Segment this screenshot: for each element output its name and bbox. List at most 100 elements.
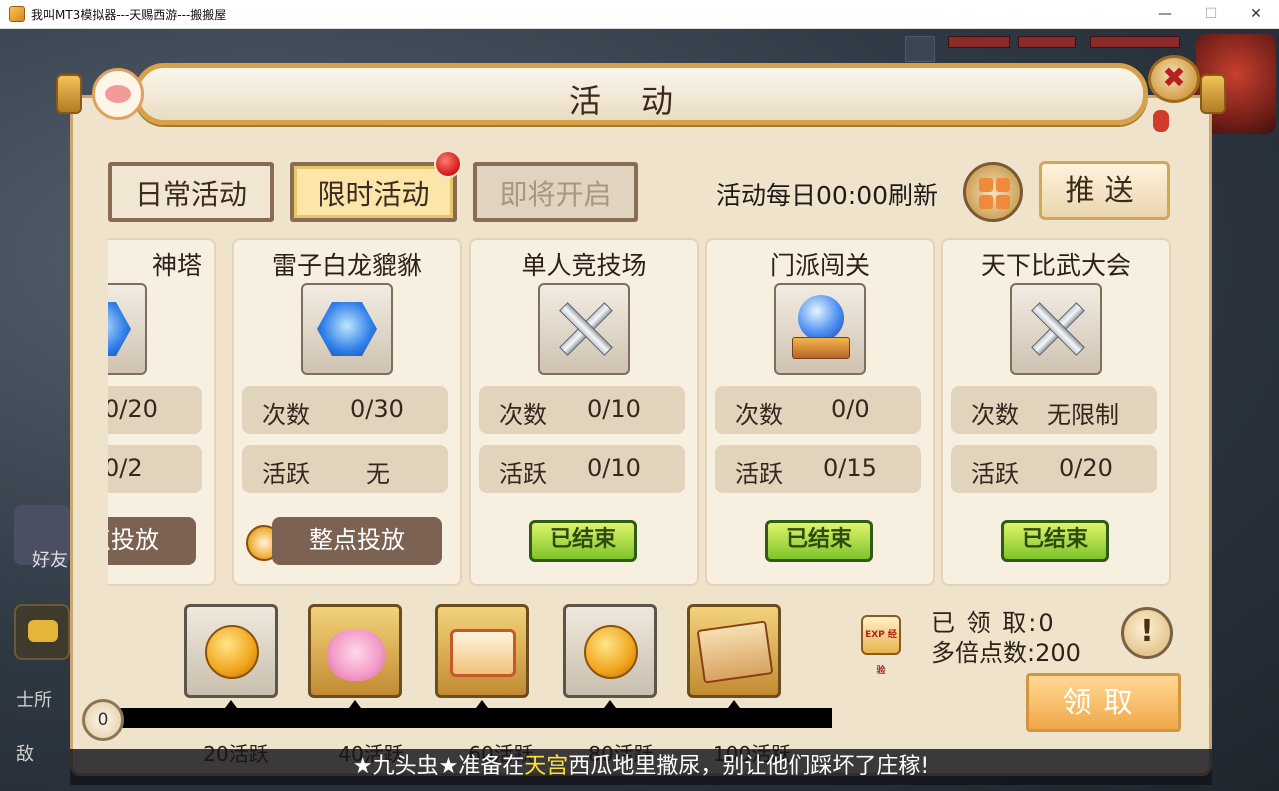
- reward-chest-60[interactable]: [435, 604, 529, 698]
- gem-icon: [108, 283, 147, 375]
- ended-badge: 已结束: [765, 520, 873, 562]
- activeness-value: 0/20: [1059, 454, 1113, 482]
- orb-shape: [798, 295, 844, 341]
- count-value: 0/20: [108, 395, 158, 423]
- reward-chest-100[interactable]: [687, 604, 781, 698]
- activity-card[interactable]: 天下比武大会 次数 无限制 活跃 0/20 已结束: [941, 238, 1171, 586]
- count-value: 0/30: [350, 395, 404, 423]
- bg-status-icon: [905, 36, 935, 62]
- lucky-bag-icon: [327, 629, 385, 681]
- crossed-swords-icon: [1010, 283, 1102, 375]
- window-close-button[interactable]: ✕: [1233, 0, 1279, 29]
- grid-menu-button[interactable]: [963, 162, 1023, 222]
- activeness-row: 活跃 0/10: [479, 445, 685, 493]
- minimize-button[interactable]: —: [1142, 0, 1188, 29]
- claim-button[interactable]: 领取: [1026, 673, 1181, 732]
- app-icon: [9, 6, 25, 22]
- count-row: 次数 0/30: [242, 386, 448, 434]
- card-title: 单人竞技场: [521, 251, 647, 280]
- bg-health-bar: [1090, 36, 1180, 48]
- swords-shape: [552, 299, 618, 361]
- hourly-drop-button[interactable]: 整点投放: [108, 517, 196, 565]
- count-value: 0/0: [831, 395, 870, 423]
- gold-coin-icon: [205, 625, 259, 679]
- activeness-value: 0/2: [108, 454, 143, 482]
- grid-square-icon: [996, 178, 1010, 192]
- push-button[interactable]: 推送: [1039, 161, 1170, 220]
- scroll-end-left: [56, 74, 82, 114]
- activeness-value: 0/10: [587, 454, 641, 482]
- hourly-drop-button[interactable]: 整点投放: [272, 517, 442, 565]
- reward-chest-40[interactable]: [308, 604, 402, 698]
- card-title: 门派闯关: [769, 251, 870, 280]
- ended-badge: 已结束: [529, 520, 637, 562]
- grid-square-icon: [979, 195, 993, 209]
- reward-chest-80[interactable]: [563, 604, 657, 698]
- activeness-label: 活跃: [262, 460, 310, 488]
- orb-base: [792, 337, 850, 359]
- multiplier-points: 多倍点数:200: [931, 639, 1081, 667]
- refresh-notice: 活动每日00:00刷新: [716, 181, 939, 210]
- progress-tick: [476, 700, 488, 708]
- card-title: 雷子白龙貔貅: [271, 251, 422, 280]
- activity-card-list[interactable]: 神塔 次数 0/20 活跃 0/2 整点投放 雷子白龙貔貅 次数 0/30 活跃…: [108, 238, 1178, 588]
- tab-daily-activities[interactable]: 日常活动: [108, 162, 274, 222]
- ticker-text: 西瓜地里撒尿，别让他们踩坏了庄稼!: [568, 754, 930, 779]
- progress-tick: [225, 700, 237, 708]
- card-title: 神塔: [151, 251, 202, 280]
- activity-card[interactable]: 门派闯关 次数 0/0 活跃 0/15 已结束: [705, 238, 935, 586]
- activeness-label: 活跃: [971, 460, 1019, 488]
- grid-square-icon: [979, 178, 993, 192]
- count-value: 0/10: [587, 395, 641, 423]
- activity-card[interactable]: 雷子白龙貔貅 次数 0/30 活跃 无 整点投放: [232, 238, 462, 586]
- bg-side-text: 士所: [16, 690, 52, 711]
- reward-chest-20[interactable]: [184, 604, 278, 698]
- panel-title: 活动: [568, 82, 713, 120]
- activeness-row: 活跃 无: [242, 445, 448, 493]
- mascot-icon: [92, 68, 144, 120]
- ended-badge: 已结束: [1001, 520, 1109, 562]
- activeness-label: 活跃: [735, 460, 783, 488]
- exp-icon: EXP 经验: [861, 615, 901, 676]
- chat-bubble-icon: [28, 620, 58, 642]
- grid-square-icon: [996, 195, 1010, 209]
- activity-card[interactable]: 单人竞技场 次数 0/10 活跃 0/10 已结束: [469, 238, 699, 586]
- gold-coin-icon: [584, 625, 638, 679]
- gem-icon: [301, 283, 393, 375]
- progress-current-value: 0: [82, 699, 124, 741]
- maximize-button[interactable]: ☐: [1188, 0, 1234, 29]
- swords-shape: [1024, 299, 1090, 361]
- count-label: 次数: [262, 401, 310, 429]
- card-title: 天下比武大会: [980, 251, 1131, 280]
- bg-health-bar: [1018, 36, 1076, 48]
- activeness-value: 0/15: [823, 454, 877, 482]
- count-label: 次数: [735, 401, 783, 429]
- count-row: 次数 0/10: [479, 386, 685, 434]
- count-label: 次数: [971, 401, 1019, 429]
- count-row: 次数 0/0: [715, 386, 921, 434]
- scroll-end-right: [1200, 74, 1226, 114]
- info-button[interactable]: !: [1121, 607, 1173, 659]
- count-value: 无限制: [1047, 401, 1119, 429]
- lantern-icon: [1153, 110, 1169, 132]
- progress-tick: [728, 700, 740, 708]
- chat-button[interactable]: [14, 604, 70, 660]
- activeness-row: 活跃 0/20: [951, 445, 1157, 493]
- count-row: 次数 0/20: [108, 386, 202, 434]
- activeness-row: 活跃 0/2: [108, 445, 202, 493]
- tab-upcoming[interactable]: 即将开启: [473, 162, 638, 222]
- tab-limited-activities[interactable]: 限时活动: [290, 162, 457, 222]
- title-scroll: 活动: [134, 63, 1148, 125]
- crossed-swords-icon: [538, 283, 630, 375]
- ticker-highlight: 天宫: [524, 754, 569, 779]
- activity-card[interactable]: 神塔 次数 0/20 活跃 0/2 整点投放: [108, 238, 216, 586]
- notification-dot-icon: [434, 150, 462, 178]
- crystal-orb-icon: [774, 283, 866, 375]
- activeness-label: 活跃: [499, 460, 547, 488]
- bg-side-text: 敌: [16, 744, 34, 765]
- friends-label: 好友: [32, 550, 68, 571]
- activeness-row: 活跃 0/15: [715, 445, 921, 493]
- panel-close-button[interactable]: ✖: [1148, 55, 1200, 103]
- activeness-progress-bar: [114, 708, 832, 728]
- activeness-value: 无: [366, 460, 390, 488]
